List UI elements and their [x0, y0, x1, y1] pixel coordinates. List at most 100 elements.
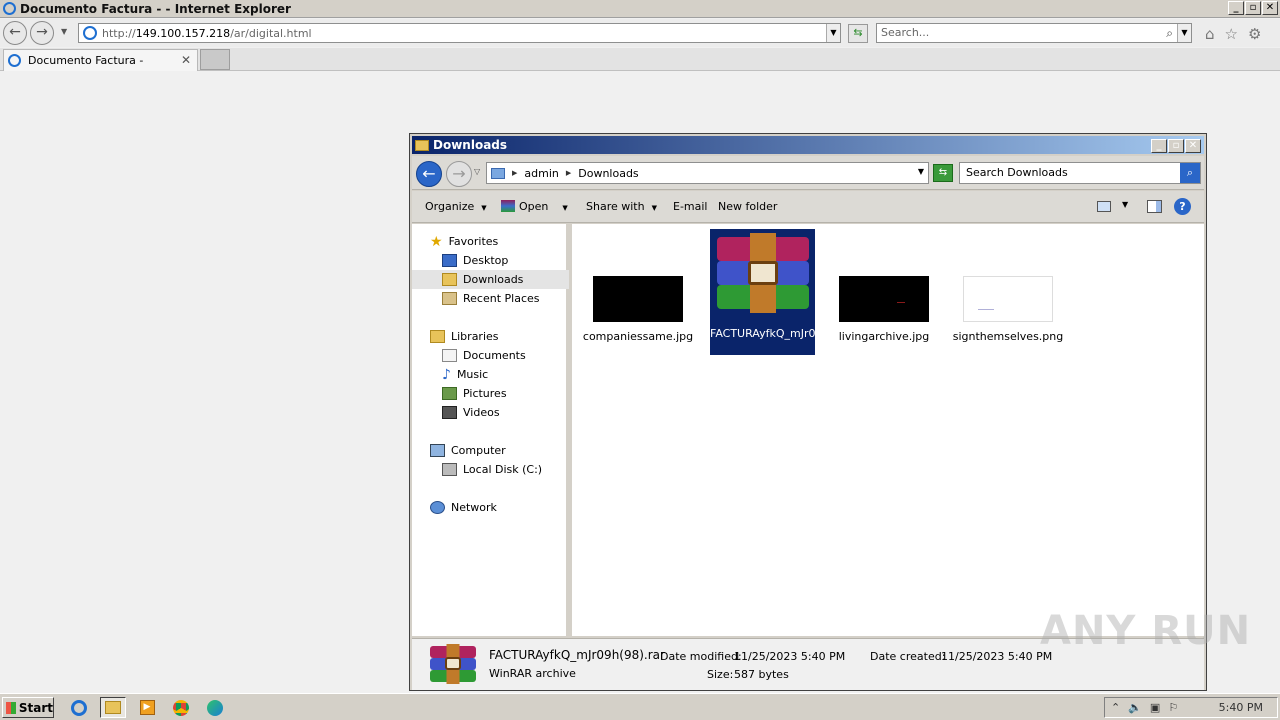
- nav-documents[interactable]: Documents: [412, 346, 569, 365]
- refresh-icon[interactable]: ⇆: [848, 24, 868, 43]
- address-dropdown-icon[interactable]: ▼: [918, 167, 924, 176]
- status-file-type: WinRAR archive: [489, 667, 576, 680]
- nav-pictures-label: Pictures: [463, 387, 507, 400]
- maximize-button[interactable]: ▫: [1245, 1, 1261, 15]
- tab-documento-factura[interactable]: Documento Factura - ✕: [3, 49, 198, 71]
- explorer-close-button[interactable]: ✕: [1185, 139, 1201, 153]
- nav-pictures[interactable]: Pictures: [412, 384, 569, 403]
- chevron-down-icon: ▼: [562, 204, 568, 212]
- back-button[interactable]: ←: [3, 21, 27, 45]
- close-tab-icon[interactable]: ✕: [181, 53, 191, 67]
- address-bar[interactable]: http:// 149.100.157.218 /ar/digital.html…: [78, 23, 841, 43]
- file-item[interactable]: signthemselves.png: [952, 276, 1064, 343]
- network-tray-icon[interactable]: ▣: [1150, 701, 1160, 714]
- change-view-icon[interactable]: [1097, 201, 1111, 212]
- gear-icon[interactable]: ⚙: [1248, 25, 1261, 43]
- new-tab-button[interactable]: [200, 49, 230, 70]
- new-folder-label: New folder: [718, 200, 778, 213]
- explorer-address-bar[interactable]: ▶ admin ▶ Downloads ▼: [486, 162, 929, 184]
- image-thumbnail: [963, 276, 1053, 322]
- music-icon: ♪: [442, 366, 451, 383]
- home-icon[interactable]: ⌂: [1205, 25, 1215, 43]
- nav-desktop-label: Desktop: [463, 254, 509, 267]
- image-thumbnail: [593, 276, 683, 322]
- breadcrumb-arrow-icon[interactable]: ▶: [566, 169, 571, 177]
- search-input[interactable]: Search... ⌕ ▼: [876, 23, 1192, 43]
- winrar-archive-icon: [716, 233, 809, 313]
- explorer-refresh-icon[interactable]: ⇆: [933, 164, 953, 182]
- nav-computer[interactable]: Computer: [412, 441, 569, 460]
- clock[interactable]: 5:40 PM: [1219, 701, 1263, 714]
- nav-libraries-label: Libraries: [451, 330, 499, 343]
- search-dropdown-icon[interactable]: ▼: [1177, 24, 1191, 42]
- preview-pane-icon[interactable]: [1147, 200, 1162, 213]
- action-center-flag-icon[interactable]: ⚐: [1168, 701, 1178, 714]
- explorer-search-input[interactable]: Search Downloads ⌕: [959, 162, 1201, 184]
- videos-icon: [442, 406, 457, 419]
- file-item-selected[interactable]: FACTURAyfkQ_mJr09h(98).rar: [710, 229, 872, 355]
- explorer-back-button[interactable]: ←: [416, 161, 442, 187]
- explorer-minimize-button[interactable]: _: [1151, 139, 1167, 153]
- breadcrumb-admin[interactable]: admin: [524, 167, 558, 180]
- favorites-star-icon[interactable]: ☆: [1225, 25, 1238, 43]
- start-button[interactable]: Start: [2, 697, 54, 718]
- date-modified-value: 11/25/2023 5:40 PM: [734, 650, 846, 663]
- forward-button[interactable]: →: [30, 21, 54, 45]
- breadcrumb-downloads[interactable]: Downloads: [578, 167, 638, 180]
- taskbar-explorer-button[interactable]: [100, 697, 126, 718]
- nav-local-disk[interactable]: Local Disk (C:): [412, 460, 569, 479]
- nav-music[interactable]: ♪ Music: [412, 365, 569, 384]
- volume-icon[interactable]: 🔈: [1128, 701, 1142, 714]
- file-name: FACTURAyfkQ_mJr09h(98).rar: [710, 327, 872, 340]
- nav-downloads[interactable]: Downloads: [412, 270, 569, 289]
- url-host: 149.100.157.218: [135, 26, 231, 40]
- organize-button[interactable]: Organize ▼: [425, 200, 487, 213]
- open-button[interactable]: Open ▼: [501, 200, 568, 213]
- nav-libraries[interactable]: Libraries: [412, 327, 569, 346]
- taskbar-media-player-button[interactable]: ▶: [134, 697, 160, 718]
- file-item[interactable]: companiessame.jpg: [582, 276, 694, 343]
- ie-icon: [71, 699, 87, 716]
- share-with-button[interactable]: Share with ▼: [586, 200, 657, 213]
- explorer-forward-button[interactable]: →: [446, 161, 472, 187]
- history-dropdown-icon[interactable]: ▼: [61, 27, 67, 36]
- address-dropdown-icon[interactable]: ▼: [826, 24, 840, 42]
- disk-icon: [442, 463, 457, 476]
- new-folder-button[interactable]: New folder: [718, 200, 777, 213]
- file-item[interactable]: livingarchive.jpg: [828, 276, 940, 343]
- explorer-maximize-button[interactable]: ▫: [1168, 139, 1184, 153]
- winrar-icon: [501, 200, 515, 212]
- file-name: signthemselves.png: [952, 330, 1064, 343]
- show-hidden-icons-icon[interactable]: ⌃: [1111, 701, 1120, 714]
- nav-favorites-label: Favorites: [448, 235, 499, 248]
- view-dropdown-icon[interactable]: ▼: [1122, 200, 1128, 209]
- search-icon[interactable]: ⌕: [1180, 163, 1200, 183]
- nav-videos[interactable]: Videos: [412, 403, 569, 422]
- file-name: livingarchive.jpg: [838, 330, 930, 343]
- size-label: Size:: [707, 668, 734, 681]
- nav-favorites[interactable]: ★ Favorites: [412, 232, 569, 251]
- computer-icon: [430, 444, 445, 457]
- nav-network[interactable]: Network: [412, 498, 569, 517]
- close-button[interactable]: ✕: [1262, 1, 1278, 15]
- nav-desktop[interactable]: Desktop: [412, 251, 569, 270]
- email-button[interactable]: E-mail: [673, 200, 708, 213]
- breadcrumb-arrow-icon[interactable]: ▶: [512, 169, 517, 177]
- taskbar-chrome-button[interactable]: [168, 697, 194, 718]
- recent-pages-icon[interactable]: ▽: [474, 167, 480, 176]
- nav-computer-label: Computer: [451, 444, 506, 457]
- taskbar-edge-button[interactable]: [202, 697, 228, 718]
- nav-recent-places[interactable]: Recent Places: [412, 289, 569, 308]
- search-icon[interactable]: ⌕: [1166, 24, 1173, 42]
- ie-icon: [3, 2, 16, 15]
- explorer-title: Downloads: [433, 138, 508, 152]
- taskbar-ie-button[interactable]: [66, 697, 92, 718]
- nav-music-label: Music: [456, 368, 489, 381]
- network-icon: [430, 501, 445, 514]
- recent-places-icon: [442, 292, 457, 305]
- minimize-button[interactable]: _: [1228, 1, 1244, 15]
- nav-downloads-label: Downloads: [463, 273, 524, 286]
- help-icon[interactable]: ?: [1174, 198, 1191, 215]
- file-name: companiessame.jpg: [582, 330, 694, 343]
- explorer-icon: [105, 701, 121, 714]
